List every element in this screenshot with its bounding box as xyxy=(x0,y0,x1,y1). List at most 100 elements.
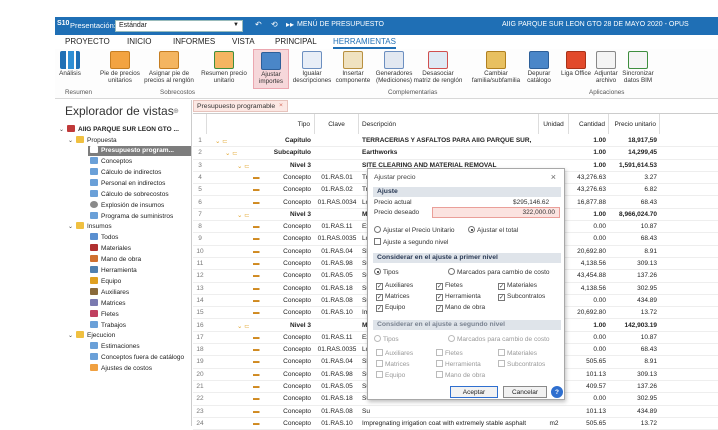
tree-item-programa-suministros[interactable]: Programa de suministros xyxy=(90,212,173,222)
close-icon[interactable]: × xyxy=(279,102,283,109)
more-icon[interactable]: ▸▸ xyxy=(286,20,294,29)
grid-header-cantidad[interactable]: Cantidad xyxy=(569,114,609,134)
grid-header-num xyxy=(193,114,207,134)
tree-item-project[interactable]: AIIG PARQUE SUR LEON GTO ... xyxy=(67,125,179,135)
collapse-icon[interactable]: ⌄ xyxy=(68,223,73,230)
checkbox-fletes[interactable]: ✓ Fletes xyxy=(436,282,463,290)
grid-header-tipo[interactable]: Tipo xyxy=(207,114,315,134)
checkbox-matrices[interactable]: ✓ Matrices xyxy=(376,293,410,301)
tree-item-herramienta[interactable]: Herramienta xyxy=(90,266,137,276)
tree-item-materiales[interactable]: Materiales xyxy=(90,244,131,254)
tree-item-auxiliares[interactable]: Auxiliares xyxy=(90,288,129,298)
table-cell: 13.72 xyxy=(640,309,657,317)
grid-header-descripcion[interactable]: Descripción xyxy=(359,114,539,134)
tab-label: Presupuesto programable xyxy=(197,103,276,110)
radio-ajustar-total[interactable]: Ajustar el total xyxy=(468,226,518,234)
tree-label: Estimaciones xyxy=(101,343,140,350)
radio-icon xyxy=(468,226,475,233)
table-cell: 10.87 xyxy=(640,333,657,341)
tree-item-matrices[interactable]: Matrices xyxy=(90,299,126,309)
table-row[interactable]: 1 ⌄ ▭ Capítulo TERRACERIAS Y ASFALTOS PARA … xyxy=(193,135,718,148)
checkbox-label: Fletes xyxy=(445,282,463,289)
tree-item-insumos[interactable]: Insumos xyxy=(76,222,112,232)
auxiliary-icon xyxy=(90,288,98,295)
table-cell: 68.43 xyxy=(640,346,657,354)
menu-principal[interactable]: PRINCIPAL xyxy=(275,37,317,46)
collapse-icon[interactable]: ⌄ xyxy=(68,332,73,339)
aceptar-button[interactable]: Aceptar xyxy=(450,386,498,398)
tree-item-mano-obra[interactable]: Mano de obra xyxy=(90,255,141,265)
calc-icon xyxy=(90,190,98,197)
tree-item-calculo-indirectos[interactable]: Cálculo de indirectos xyxy=(90,168,161,178)
tree-item-personal-indirectos[interactable]: Personal en indirectos xyxy=(90,179,165,189)
radio-marcados[interactable]: Marcados para cambio de costo xyxy=(448,268,550,276)
tree-item-explosion-insumos[interactable]: Explosión de insumos xyxy=(90,201,164,211)
menu-proyecto[interactable]: PROYECTO xyxy=(65,37,110,46)
grid-header-precio[interactable]: Precio unitario xyxy=(609,114,660,134)
tree-item-ejecucion[interactable]: Ejecucion xyxy=(76,331,115,341)
cancelar-button[interactable]: Cancelar xyxy=(503,386,547,398)
table-cell: 434.89 xyxy=(637,407,657,415)
tree-item-fletes[interactable]: Fletes xyxy=(90,310,119,320)
checkbox-equipo[interactable]: ✓ Equipo xyxy=(376,304,405,312)
presentacion-select[interactable]: Estándar ▼ xyxy=(115,20,243,32)
redo-icon[interactable]: ⟲ xyxy=(271,20,278,29)
table-cell: 1.00 xyxy=(593,149,606,157)
checkbox-subcontratos[interactable]: ✓ Subcontratos xyxy=(498,293,545,301)
ajustar-importes-button[interactable]: Ajustar importes xyxy=(253,49,289,89)
igualar-descripciones-button[interactable]: Igualar descripciones xyxy=(291,51,333,84)
table-row[interactable]: 24 ▬ Concepto 01.RAS.10 Impregnating irrigat… xyxy=(193,418,718,430)
sincronizar-bim-button[interactable]: Sincronizar datos BIM xyxy=(620,51,656,84)
radio-tipos[interactable]: Tipos xyxy=(374,268,399,276)
menu-inicio[interactable]: INICIO xyxy=(127,37,151,46)
checkbox-segundo-nivel[interactable]: Ajuste a segundo nivel xyxy=(374,238,448,246)
tree-item-estimaciones[interactable]: Estimaciones xyxy=(90,342,140,352)
checkbox-mano-obra[interactable]: ✓ Mano de obra xyxy=(436,304,485,312)
asignar-pie-button[interactable]: Asignar pie de precios al renglón xyxy=(144,51,194,84)
checkbox-label: Materiales xyxy=(507,282,537,289)
liga-office-button[interactable]: Liga Office xyxy=(561,51,591,77)
tree-item-presupuesto-programable[interactable]: Presupuesto program... xyxy=(88,146,191,156)
tree-item-trabajos[interactable]: Trabajos xyxy=(90,321,126,331)
table-cell: 19 xyxy=(196,358,204,366)
tree-item-calculo-sobrecostos[interactable]: Cálculo de sobrecostos xyxy=(90,190,169,200)
table-cell: Nivel 3 xyxy=(290,321,311,329)
table-row[interactable]: 23 ▬ Concepto 01.RAS.08 Su 101.13 434.89 xyxy=(193,406,718,418)
generadores-button[interactable]: Generadores (Mediciones) xyxy=(373,51,415,84)
resumen-precio-button[interactable]: Resumen precio unitario xyxy=(201,51,247,84)
equipment-icon xyxy=(90,277,98,284)
radio-ajustar-unitario[interactable]: Ajustar el Precio Unitario xyxy=(374,226,455,234)
tree-item-todos[interactable]: Todos xyxy=(90,233,118,243)
checkbox-auxiliares[interactable]: ✓ Auxiliares xyxy=(376,282,413,290)
checkbox-herramienta[interactable]: ✓ Herramienta xyxy=(436,293,481,301)
pie-precios-button[interactable]: Pie de precios unitarios xyxy=(100,51,140,84)
cambiar-familia-button[interactable]: Cambiar familia/subfamilia xyxy=(471,51,521,84)
grid-header-unidad[interactable]: Unidad xyxy=(539,114,569,134)
depurar-catalogo-button[interactable]: Depurar catálogo xyxy=(521,51,557,84)
grid-header-clave[interactable]: Clave xyxy=(315,114,359,134)
menu-informes[interactable]: INFORMES xyxy=(173,37,215,46)
table-row[interactable]: 2 ⌄ ▭ Subcapítulo Earthworks 1.00 14,299,45 xyxy=(193,147,718,160)
analisis-button[interactable]: Análisis xyxy=(58,51,82,77)
precio-deseado-input[interactable]: 322,000.00 xyxy=(432,207,560,218)
tree-item-equipo[interactable]: Equipo xyxy=(90,277,121,287)
menu-vista[interactable]: VISTA xyxy=(232,37,255,46)
help-icon[interactable]: ? xyxy=(551,386,563,398)
collapse-icon[interactable]: ⌄ xyxy=(59,126,64,133)
tab-presupuesto-programable[interactable]: Presupuesto programable × xyxy=(193,100,288,112)
tree-item-conceptos-fuera[interactable]: Conceptos fuera de catálogo xyxy=(90,353,184,363)
table-cell: 1.00 xyxy=(593,137,606,144)
close-icon[interactable]: × xyxy=(551,172,556,182)
undo-icon[interactable]: ↶ xyxy=(255,20,262,29)
checkbox-materiales[interactable]: ✓ Materiales xyxy=(498,282,537,290)
tree-item-ajustes-costos[interactable]: Ajustes de costos xyxy=(90,364,152,374)
desasociar-matriz-button[interactable]: Desasociar matriz de renglón xyxy=(413,51,463,84)
pin-icon[interactable]: ⊕ xyxy=(173,107,179,115)
adjuntar-archivo-button[interactable]: Adjuntar archivo xyxy=(591,51,621,84)
tree-item-propuesta[interactable]: Propuesta xyxy=(76,136,117,146)
radio-label: Ajustar el Precio Unitario xyxy=(383,227,455,234)
tree-item-conceptos[interactable]: Conceptos xyxy=(90,157,132,167)
insertar-componente-button[interactable]: Insertar componente xyxy=(332,51,374,84)
menu-herramientas[interactable]: HERRAMIENTAS xyxy=(333,37,396,49)
collapse-icon[interactable]: ⌄ xyxy=(68,137,73,144)
